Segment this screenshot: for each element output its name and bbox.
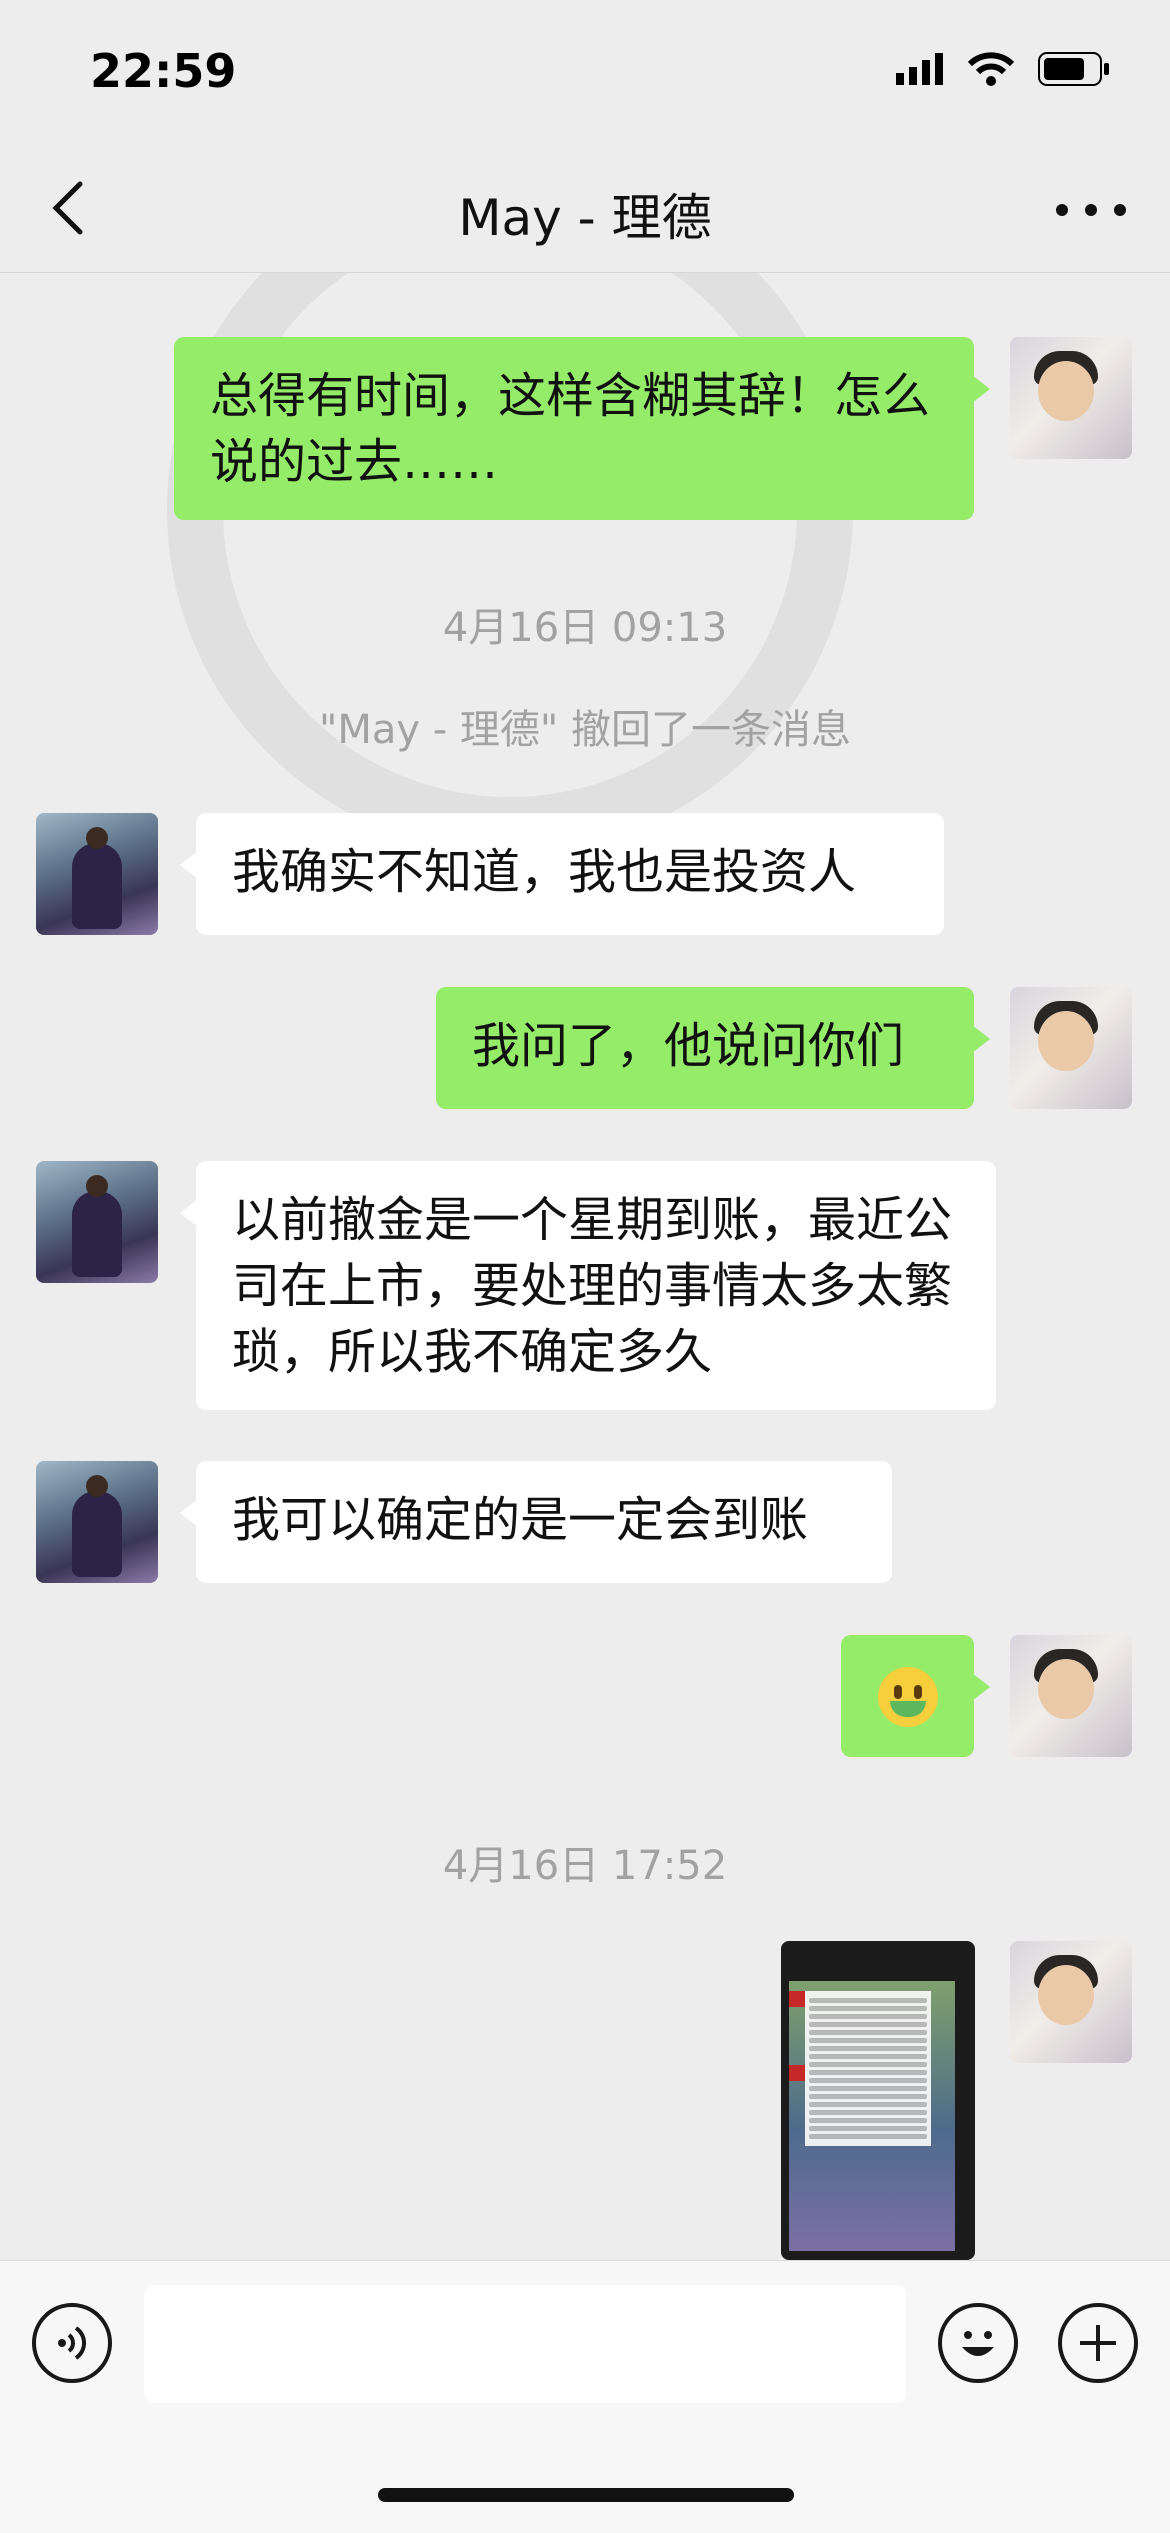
plus-icon — [1080, 2325, 1116, 2361]
smiley-icon — [962, 2331, 994, 2356]
message-text: 总得有时间，这样含糊其辞！怎么说的过去…… — [210, 368, 931, 490]
battery-icon — [1038, 52, 1109, 86]
timestamp: 4月16日 17:52 — [442, 1843, 728, 1889]
message-text: 我问了，他说问你们 — [472, 1018, 905, 1074]
status-bar: 22:59 — [0, 0, 1170, 150]
emoji-button[interactable] — [938, 2303, 1018, 2383]
my-avatar[interactable] — [1010, 337, 1132, 459]
voice-icon — [58, 2326, 86, 2360]
more-functions-button[interactable] — [1058, 2303, 1138, 2383]
message-text: 以前撤金是一个星期到账，最近公司在上市，要处理的事情太多太繁琐，所以我不确定多久 — [232, 1192, 953, 1380]
contact-avatar[interactable] — [36, 813, 158, 935]
timestamp: 4月16日 09:13 — [442, 605, 728, 651]
message-bubble-incoming[interactable]: 我确实不知道，我也是投资人 — [180, 813, 944, 935]
cellular-signal-icon — [896, 53, 943, 85]
message-bubble-incoming[interactable]: 以前撤金是一个星期到账，最近公司在上市，要处理的事情太多太繁琐，所以我不确定多久 — [180, 1161, 996, 1410]
my-avatar[interactable] — [1010, 1941, 1132, 2063]
message-text: 我确实不知道，我也是投资人 — [232, 844, 857, 900]
chat-header: May - 理德 — [0, 150, 1170, 273]
contact-avatar[interactable] — [36, 1161, 158, 1283]
message-bubble-incoming[interactable]: 我可以确定的是一定会到账 — [180, 1461, 892, 1583]
home-indicator[interactable] — [378, 2488, 794, 2502]
chat-title: May - 理德 — [458, 189, 712, 247]
wifi-icon — [968, 52, 1014, 86]
recall-notice: "May - 理德" 撤回了一条消息 — [318, 707, 852, 753]
voice-input-button[interactable] — [32, 2303, 112, 2383]
message-bubble-emoji[interactable] — [841, 1635, 990, 1757]
more-options-icon[interactable] — [1056, 190, 1126, 230]
message-bubble-outgoing[interactable]: 我问了，他说问你们 — [436, 987, 990, 1109]
message-bubble-outgoing[interactable]: 总得有时间，这样含糊其辞！怎么说的过去…… — [174, 337, 990, 520]
contact-avatar[interactable] — [36, 1461, 158, 1583]
message-list[interactable]: 总得有时间，这样含糊其辞！怎么说的过去…… 4月16日 09:13 "May -… — [0, 273, 1170, 2260]
money-mouth-face-emoji-icon — [877, 1667, 938, 1727]
my-avatar[interactable] — [1010, 1635, 1132, 1757]
image-message-thumbnail[interactable] — [781, 1941, 975, 2260]
message-text: 我可以确定的是一定会到账 — [232, 1492, 809, 1548]
message-input[interactable] — [144, 2285, 906, 2403]
my-avatar[interactable] — [1010, 987, 1132, 1109]
status-time: 22:59 — [90, 44, 237, 98]
